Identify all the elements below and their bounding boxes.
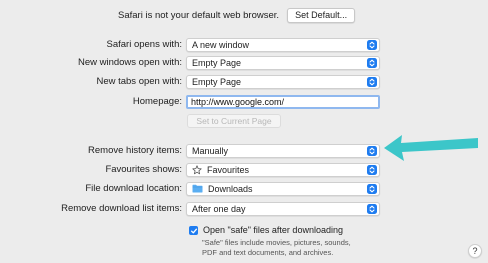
remove-history-items-label: Remove history items:	[88, 145, 182, 156]
row-remove-download-list-items: Remove download list items: After one da…	[0, 201, 380, 216]
new-windows-open-with-value: Empty Page	[192, 57, 242, 68]
remove-download-list-items-label: Remove download list items:	[61, 203, 182, 214]
set-default-button[interactable]: Set Default...	[287, 8, 356, 23]
annotation-arrow-icon	[384, 135, 478, 161]
safari-opens-with-value: A new window	[192, 39, 250, 50]
new-windows-open-with-select[interactable]: Empty Page	[186, 55, 380, 70]
chevron-updown-icon	[367, 77, 377, 87]
remove-history-items-value: Manually	[192, 145, 229, 156]
homepage-label: Homepage:	[132, 96, 182, 107]
set-to-current-page-button[interactable]: Set to Current Page	[187, 114, 281, 128]
safe-files-description-line: PDF and text documents, and archives.	[202, 248, 334, 257]
chevron-updown-icon	[367, 204, 377, 214]
new-tabs-open-with-label: New tabs open with:	[96, 76, 182, 87]
file-download-location-value: Downloads	[208, 183, 253, 194]
safari-opens-with-select[interactable]: A new window	[186, 37, 380, 52]
row-remove-history-items: Remove history items: Manually	[0, 143, 380, 158]
remove-history-items-select[interactable]: Manually	[186, 143, 380, 158]
safe-files-description-line: "Safe" files include movies, pictures, s…	[202, 238, 351, 247]
favourites-shows-select[interactable]: Favourites	[186, 162, 380, 177]
row-new-windows-open-with: New windows open with: Empty Page	[0, 55, 380, 70]
chevron-updown-icon	[367, 146, 377, 156]
help-button[interactable]: ?	[468, 244, 482, 258]
file-download-location-select[interactable]: Downloads	[186, 181, 380, 196]
safari-opens-with-label: Safari opens with:	[106, 39, 182, 50]
row-favourites-shows: Favourites shows: Favourites	[0, 162, 380, 177]
safe-files-description: "Safe" files include movies, pictures, s…	[202, 238, 392, 258]
chevron-updown-icon	[367, 58, 377, 68]
remove-download-list-items-value: After one day	[192, 203, 246, 214]
new-tabs-open-with-select[interactable]: Empty Page	[186, 74, 380, 89]
row-safari-opens-with: Safari opens with: A new window	[0, 37, 380, 52]
remove-download-list-items-select[interactable]: After one day	[186, 201, 380, 216]
new-windows-open-with-label: New windows open with:	[77, 57, 182, 68]
open-safe-files-option: Open "safe" files after downloading	[189, 225, 343, 235]
chevron-updown-icon	[367, 165, 377, 175]
file-download-location-label: File download location:	[85, 183, 182, 194]
safari-general-preferences: Safari is not your default web browser. …	[0, 0, 488, 263]
favourites-shows-label: Favourites shows:	[105, 164, 182, 175]
checkmark-icon	[190, 228, 197, 233]
default-browser-notice-text: Safari is not your default web browser.	[118, 10, 280, 21]
default-browser-notice: Safari is not your default web browser. …	[118, 8, 356, 23]
chevron-updown-icon	[367, 184, 377, 194]
new-tabs-open-with-value: Empty Page	[192, 76, 242, 87]
row-homepage: Homepage: http://www.google.com/	[0, 94, 380, 109]
star-icon	[192, 164, 202, 175]
favourites-shows-value: Favourites	[207, 164, 250, 175]
open-safe-files-label[interactable]: Open "safe" files after downloading	[203, 225, 343, 235]
open-safe-files-checkbox[interactable]	[189, 226, 198, 235]
row-file-download-location: File download location: Downloads	[0, 181, 380, 196]
homepage-input[interactable]: http://www.google.com/	[186, 94, 380, 109]
row-new-tabs-open-with: New tabs open with: Empty Page	[0, 74, 380, 89]
folder-icon	[192, 184, 203, 193]
chevron-updown-icon	[367, 40, 377, 50]
